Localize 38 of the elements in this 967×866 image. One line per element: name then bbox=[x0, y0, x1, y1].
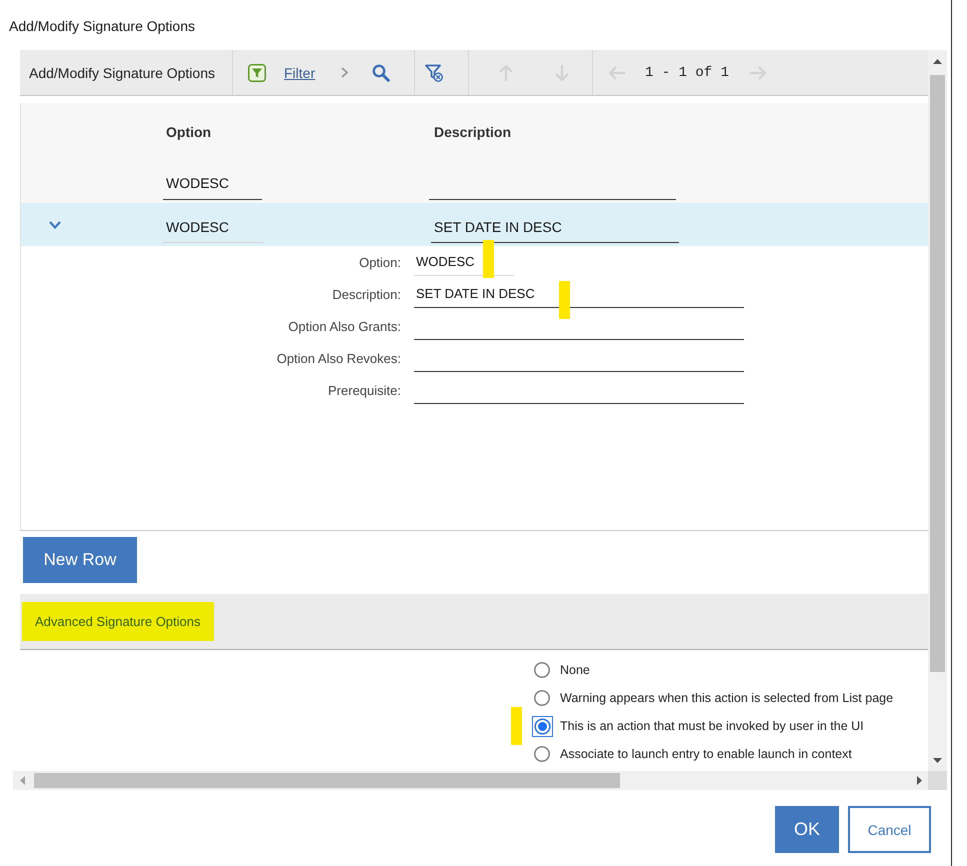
scrollbar-corner bbox=[928, 771, 947, 790]
scrollbar-thumb[interactable] bbox=[930, 75, 945, 672]
ok-button[interactable]: OK bbox=[775, 806, 839, 853]
radio-label[interactable]: Associate to launch entry to enable launch in context bbox=[560, 747, 852, 761]
scroll-down-icon[interactable] bbox=[933, 758, 942, 762]
chevron-down-icon[interactable] bbox=[49, 220, 61, 228]
radio-button[interactable] bbox=[534, 662, 550, 678]
radio-label[interactable]: Warning appears when this action is selected from List page bbox=[560, 691, 894, 705]
radio-label[interactable]: None bbox=[560, 663, 590, 677]
new-row-button[interactable]: New Row bbox=[23, 537, 137, 583]
radio-button[interactable] bbox=[534, 690, 550, 706]
field-label: Option: bbox=[358, 254, 401, 270]
toolbar-title: Add/Modify Signature Options bbox=[29, 64, 215, 80]
section-title[interactable]: Advanced Signature Options bbox=[22, 602, 214, 641]
text-field[interactable]: WODESC bbox=[163, 211, 263, 243]
page-info: 1 - 1 of 1 bbox=[645, 64, 730, 80]
column-header[interactable]: Option bbox=[166, 124, 212, 140]
scroll-left-icon[interactable] bbox=[20, 776, 24, 785]
search-icon[interactable] bbox=[372, 64, 390, 82]
radio-label[interactable]: This is an action that must be invoked by user in the UI bbox=[560, 719, 864, 733]
table-row[interactable]: WODESC SET DATE IN DESC bbox=[21, 203, 928, 246]
funnel-icon[interactable] bbox=[248, 64, 266, 82]
field-label: Prerequisite: bbox=[327, 382, 401, 398]
scroll-right-icon[interactable] bbox=[916, 776, 922, 785]
field-label: Option Also Revokes: bbox=[276, 350, 401, 366]
cancel-button[interactable]: Cancel bbox=[848, 806, 931, 853]
scrollbar-thumb[interactable] bbox=[34, 773, 620, 788]
filter-field[interactable]: WODESC bbox=[163, 168, 262, 200]
field-label: Option Also Grants: bbox=[287, 318, 401, 334]
column-header[interactable]: Description bbox=[434, 124, 512, 140]
filter-link[interactable]: Filter bbox=[284, 64, 316, 80]
chevron-right-icon[interactable] bbox=[341, 67, 348, 78]
dialog-title: Add/Modify Signature Options bbox=[9, 18, 195, 35]
scroll-up-icon[interactable] bbox=[933, 58, 942, 64]
radio-button[interactable] bbox=[534, 746, 550, 762]
field-label: Description: bbox=[331, 286, 401, 302]
funnel-cross-icon[interactable] bbox=[425, 64, 443, 82]
radio-button[interactable] bbox=[532, 716, 553, 736]
